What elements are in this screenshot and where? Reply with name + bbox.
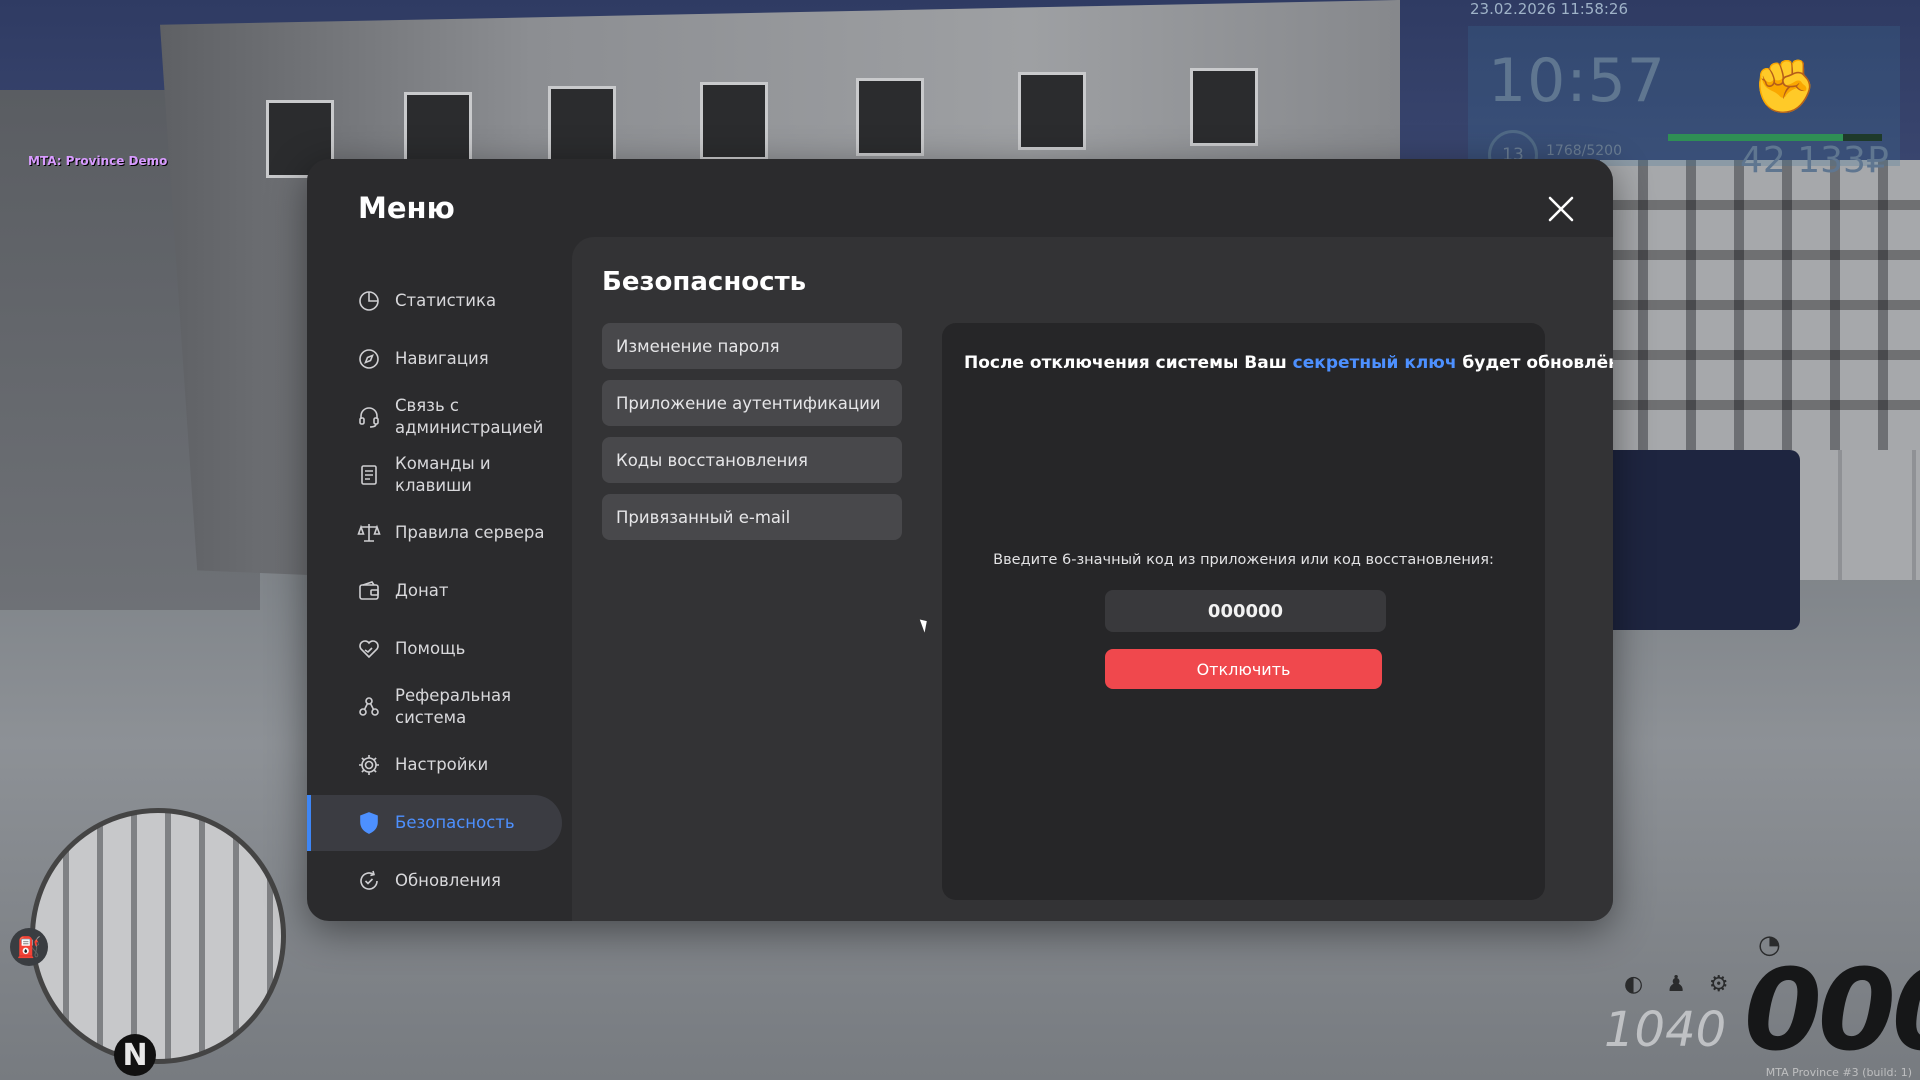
building-window bbox=[548, 86, 616, 164]
sidebar-item-label: Настройки bbox=[395, 755, 489, 774]
code-input[interactable] bbox=[1105, 590, 1386, 632]
referral-icon bbox=[357, 695, 381, 719]
sidebar-item-updates[interactable]: Обновления bbox=[307, 853, 562, 909]
hud-datetime: 23.02.2026 11:58:26 bbox=[1470, 0, 1629, 18]
heart-hand-icon bbox=[357, 637, 381, 661]
document-icon bbox=[357, 463, 381, 487]
refresh-check-icon bbox=[357, 869, 381, 893]
sidebar-item-security[interactable]: Безопасность bbox=[307, 795, 562, 851]
building-window bbox=[1190, 68, 1258, 146]
sidebar-item-settings[interactable]: Настройки bbox=[307, 737, 562, 793]
notice-text: будет обновлён bbox=[1456, 353, 1613, 373]
truck bbox=[1600, 450, 1800, 630]
sidebar-item-label: Связь с администрацией bbox=[395, 396, 544, 437]
fist-icon: ✊ bbox=[1752, 57, 1817, 117]
secret-key-link[interactable]: секретный ключ bbox=[1293, 353, 1457, 373]
wallet-icon bbox=[357, 579, 381, 603]
sidebar-item-referral[interactable]: Реферальная система bbox=[307, 679, 562, 735]
tab-change-password[interactable]: Изменение пароля bbox=[602, 323, 902, 369]
fuel-icon: ⛽ bbox=[10, 928, 48, 966]
sidebar-item-label: Реферальная система bbox=[395, 686, 512, 727]
background-building-right-rows bbox=[1600, 160, 1920, 460]
compass-icon bbox=[357, 347, 381, 371]
tab-recovery-codes[interactable]: Коды восстановления bbox=[602, 437, 902, 483]
scales-icon bbox=[357, 521, 381, 545]
hud-xp: 1768/5200 bbox=[1546, 143, 1622, 159]
gear-icon bbox=[357, 753, 381, 777]
disable-notice: После отключения системы Ваш секретный к… bbox=[964, 353, 1613, 373]
sidebar-item-help[interactable]: Помощь bbox=[307, 621, 562, 677]
disable-button[interactable]: Отключить bbox=[1105, 649, 1382, 689]
hud-fuel-amount: 1040 bbox=[1604, 1002, 1727, 1058]
menu-modal: Меню Статистика Навигация Связь с админи… bbox=[307, 159, 1613, 921]
sidebar-item-commands[interactable]: Команды и клавиши bbox=[307, 447, 562, 503]
tab-auth-app[interactable]: Приложение аутентификации bbox=[602, 380, 902, 426]
notice-text: После отключения системы Ваш bbox=[964, 353, 1293, 373]
pie-chart-icon bbox=[357, 289, 381, 313]
sidebar-item-statistics[interactable]: Статистика bbox=[307, 273, 562, 329]
code-hint: Введите 6-значный код из приложения или … bbox=[993, 552, 1494, 568]
hud-clock: 10:57 bbox=[1488, 46, 1666, 116]
sidebar-item-label: Команды и клавиши bbox=[395, 454, 491, 495]
close-icon bbox=[1548, 196, 1574, 222]
hud-money: 42 133₽ bbox=[1740, 140, 1889, 181]
server-tag: MTA: Province Demo bbox=[28, 154, 168, 168]
sidebar-item-navigation[interactable]: Навигация bbox=[307, 331, 562, 387]
sidebar-item-admin-contact[interactable]: Связь с администрацией bbox=[307, 389, 562, 445]
sidebar-item-donate[interactable]: Донат bbox=[307, 563, 562, 619]
minimap bbox=[30, 808, 286, 1064]
sidebar-item-label: Правила сервера bbox=[395, 523, 545, 542]
sidebar-item-label: Донат bbox=[395, 581, 449, 600]
headset-icon bbox=[357, 405, 381, 429]
vehicle-status-icons: ◐ ♟ ⚙ bbox=[1624, 972, 1737, 997]
menu-sidebar: Статистика Навигация Связь с администрац… bbox=[307, 237, 563, 921]
sidebar-item-label: Помощь bbox=[395, 639, 466, 658]
sidebar-item-label: Безопасность bbox=[395, 813, 515, 832]
hud-speed: 000 bbox=[1744, 946, 1920, 1076]
minimap-north: N bbox=[114, 1034, 156, 1076]
security-content: Безопасность Изменение пароля Приложение… bbox=[572, 237, 1613, 921]
building-window bbox=[856, 78, 924, 156]
tab-linked-email[interactable]: Привязанный e-mail bbox=[602, 494, 902, 540]
section-title: Безопасность bbox=[602, 267, 807, 297]
sidebar-item-label: Навигация bbox=[395, 349, 489, 368]
sidebar-item-label: Статистика bbox=[395, 291, 497, 310]
modal-title: Меню bbox=[358, 191, 455, 225]
sidebar-item-server-rules[interactable]: Правила сервера bbox=[307, 505, 562, 561]
auth-app-panel: После отключения системы Ваш секретный к… bbox=[942, 323, 1613, 900]
sidebar-item-label: Обновления bbox=[395, 871, 501, 890]
close-button[interactable] bbox=[1545, 193, 1577, 225]
shield-icon bbox=[357, 811, 381, 835]
building-window bbox=[700, 82, 768, 160]
building-window bbox=[1018, 72, 1086, 150]
